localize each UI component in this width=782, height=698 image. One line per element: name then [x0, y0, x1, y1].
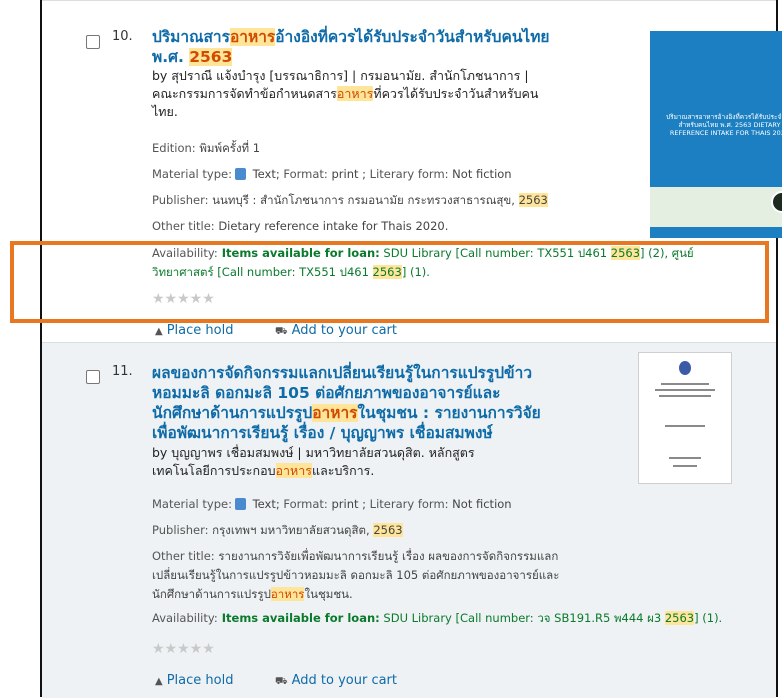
- place-hold-link[interactable]: ▲ Place hold: [155, 323, 233, 338]
- cart-icon: ⛟: [275, 676, 288, 687]
- rating-stars[interactable]: ★★★★★: [152, 641, 215, 657]
- cover-text-line: [665, 425, 705, 427]
- edition-line: Edition: พิมพ์ครั้งที่ 1: [152, 141, 261, 155]
- cover-text-line: [655, 389, 715, 391]
- other-title-line: Other title: รายงานการวิจัยเพื่อพัฒนาการ…: [152, 549, 560, 601]
- book-format-icon: [234, 168, 246, 180]
- result-number: 11.: [112, 364, 133, 379]
- author-line[interactable]: by บุญญาพร เชื่อมสมพงษ์ | มหาวิทยาลัยสวน…: [152, 444, 475, 480]
- availability-line: Availability: Items available for loan: …: [152, 611, 723, 625]
- book-format-icon: [234, 498, 246, 510]
- select-checkbox[interactable]: [86, 370, 100, 384]
- other-title-line: Other title: Dietary reference intake fo…: [152, 219, 449, 233]
- book-cover-image[interactable]: ปริมาณสารอาหารอ้างอิงที่ควรได้รับประจำวั…: [650, 31, 782, 238]
- cover-text-line: [669, 457, 701, 459]
- annotation-highlight-box: [10, 241, 769, 323]
- material-type-line: Material type: Text; Format: print ; Lit…: [152, 497, 512, 511]
- hold-icon: ▲: [155, 326, 163, 337]
- cover-text-line: [659, 395, 711, 397]
- publisher-line: Publisher: นนทบุรี : สำนักโภชนาการ กรมอน…: [152, 193, 548, 207]
- add-to-cart-link[interactable]: ⛟ Add to your cart: [275, 673, 397, 689]
- result-number: 10.: [112, 29, 133, 44]
- place-hold-link[interactable]: ▲ Place hold: [155, 673, 233, 688]
- add-to-cart-link[interactable]: ⛟ Add to your cart: [275, 323, 397, 339]
- cover-text-line: [673, 465, 697, 467]
- result-title-link[interactable]: ผลของการจัดกิจกรรมแลกเปลี่ยนเรียนรู้ในกา…: [152, 363, 541, 443]
- result-title-link[interactable]: ปริมาณสารอาหารอ้างอิงที่ควรได้รับประจำวั…: [152, 27, 550, 67]
- author-line[interactable]: by สุปราณี แจ้งบำรุง [บรรณาธิการ] | กรมอ…: [152, 67, 538, 121]
- book-cover-image-2[interactable]: [638, 352, 732, 484]
- cart-icon: ⛟: [275, 326, 288, 337]
- publisher-line: Publisher: กรุงเทพฯ มหาวิทยาลัยสวนดุสิต,…: [152, 523, 403, 537]
- university-seal-icon: [679, 361, 691, 375]
- hold-icon: ▲: [155, 676, 163, 687]
- cover-text-line: [661, 383, 709, 385]
- select-checkbox[interactable]: [86, 35, 100, 49]
- material-type-line: Material type: Text; Format: print ; Lit…: [152, 167, 512, 181]
- cover-food-illustration: [650, 187, 782, 227]
